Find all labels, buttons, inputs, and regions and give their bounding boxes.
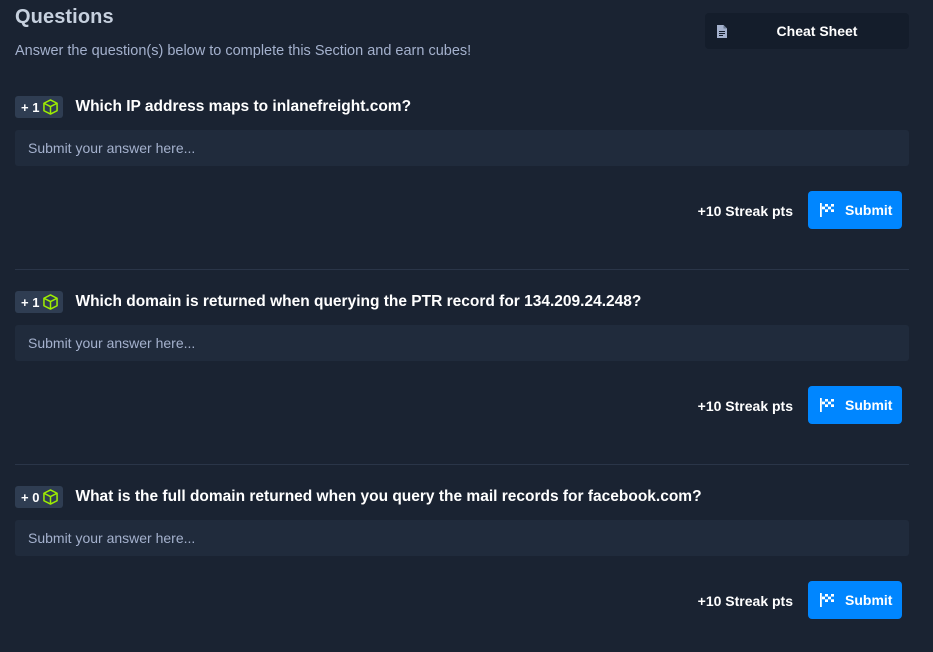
- points-badge: + 1: [15, 96, 64, 118]
- streak-points: +10 Streak pts: [697, 593, 793, 609]
- divider: [15, 464, 909, 465]
- cheat-sheet-label: Cheat Sheet: [776, 23, 858, 39]
- answer-input[interactable]: [15, 325, 909, 361]
- page-title: Questions: [15, 6, 114, 28]
- cheat-sheet-button[interactable]: Cheat Sheet: [705, 13, 909, 49]
- question-block: + 1 Which domain is returned when queryi…: [15, 291, 909, 431]
- submit-button[interactable]: Submit: [808, 386, 902, 424]
- submit-label: Submit: [845, 592, 893, 608]
- page-subtitle: Answer the question(s) below to complete…: [15, 43, 472, 59]
- submit-button[interactable]: Submit: [808, 581, 902, 619]
- answer-input[interactable]: [15, 520, 909, 556]
- question-text: Which IP address maps to inlanefreight.c…: [75, 98, 412, 115]
- question-header: + 1 Which IP address maps to inlanefreig…: [15, 96, 411, 118]
- question-text: Which domain is returned when querying t…: [75, 293, 642, 310]
- question-header: + 1 Which domain is returned when queryi…: [15, 291, 641, 313]
- question-block: + 0 What is the full domain returned whe…: [15, 486, 909, 626]
- flag-icon: [820, 398, 834, 412]
- questions-panel: Questions Answer the question(s) below t…: [0, 0, 933, 652]
- cube-icon: [43, 489, 59, 505]
- points-badge: + 1: [15, 291, 64, 313]
- points-value: + 0: [21, 489, 40, 505]
- flag-icon: [820, 203, 834, 217]
- points-value: + 1: [21, 294, 40, 310]
- streak-points: +10 Streak pts: [697, 398, 793, 414]
- divider: [15, 269, 909, 270]
- question-header: + 0 What is the full domain returned whe…: [15, 486, 702, 508]
- cube-icon: [43, 294, 59, 310]
- submit-label: Submit: [845, 397, 893, 413]
- answer-input[interactable]: [15, 130, 909, 166]
- points-badge: + 0: [15, 486, 64, 508]
- submit-label: Submit: [845, 202, 893, 218]
- streak-points: +10 Streak pts: [697, 203, 793, 219]
- points-value: + 1: [21, 99, 40, 115]
- flag-icon: [820, 593, 834, 607]
- question-block: + 1 Which IP address maps to inlanefreig…: [15, 96, 909, 236]
- submit-button[interactable]: Submit: [808, 191, 902, 229]
- cube-icon: [43, 99, 59, 115]
- question-text: What is the full domain returned when yo…: [75, 488, 702, 505]
